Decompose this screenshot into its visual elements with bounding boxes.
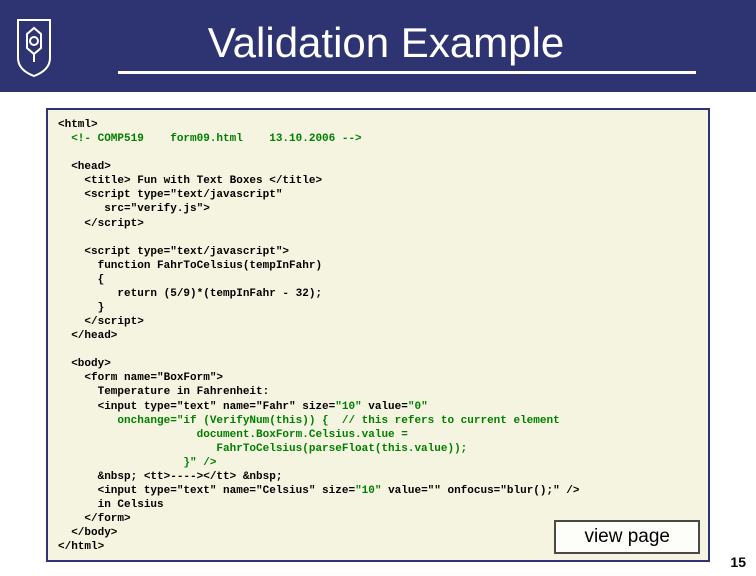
code-line: value="" onfocus="blur();" /> xyxy=(381,485,579,497)
code-line: <head> xyxy=(58,161,111,173)
code-handler: }" /> xyxy=(58,457,216,469)
code-line: &nbsp; <tt>----></tt> &nbsp; xyxy=(58,471,282,483)
code-handler: FahrToCelsius(parseFloat(this.value)); xyxy=(58,443,467,455)
code-line: { xyxy=(58,274,104,286)
code-handler: onchange="if (VerifyNum(this)) { // this… xyxy=(58,415,560,427)
code-line: <script type="text/javascript" xyxy=(58,189,282,201)
code-line: <form name="BoxForm"> xyxy=(58,372,223,384)
code-line: </html> xyxy=(58,541,104,553)
code-line: <body> xyxy=(58,358,111,370)
code-handler: document.BoxForm.Celsius.value = xyxy=(58,429,408,441)
code-line: </script> xyxy=(58,316,144,328)
code-line: </body> xyxy=(58,527,117,539)
code-attr: "10" xyxy=(355,485,381,497)
code-line: src="verify.js"> xyxy=(58,203,210,215)
code-line: <title> Fun with Text Boxes </title> xyxy=(58,175,322,187)
code-line: value= xyxy=(362,401,408,413)
code-line: <input type="text" name="Celsius" size= xyxy=(58,485,355,497)
code-line: in Celsius xyxy=(58,499,164,511)
code-comment: <!- COMP519 form09.html 13.10.2006 --> xyxy=(58,133,362,145)
code-attr: "10" xyxy=(335,401,361,413)
code-line: </script> xyxy=(58,218,144,230)
code-line: Temperature in Fahrenheit: xyxy=(58,386,269,398)
slide-title: Validation Example xyxy=(56,19,716,67)
code-line: </head> xyxy=(58,330,117,342)
code-line: </form> xyxy=(58,513,131,525)
page-number: 15 xyxy=(730,554,746,570)
code-line: <script type="text/javascript"> xyxy=(58,246,289,258)
code-line: <input type="text" name="Fahr" size= xyxy=(58,401,335,413)
university-crest-icon xyxy=(12,14,56,78)
code-line: } xyxy=(58,302,104,314)
title-underline xyxy=(118,71,696,74)
view-page-button[interactable]: view page xyxy=(554,520,700,554)
slide-content: <html> <!- COMP519 form09.html 13.10.200… xyxy=(0,92,756,562)
code-attr: "0" xyxy=(408,401,428,413)
code-line: <html> xyxy=(58,119,98,131)
code-example-box: <html> <!- COMP519 form09.html 13.10.200… xyxy=(46,108,710,562)
code-line: return (5/9)*(tempInFahr - 32); xyxy=(58,288,322,300)
slide-header: Validation Example xyxy=(0,0,756,92)
code-line: function FahrToCelsius(tempInFahr) xyxy=(58,260,322,272)
